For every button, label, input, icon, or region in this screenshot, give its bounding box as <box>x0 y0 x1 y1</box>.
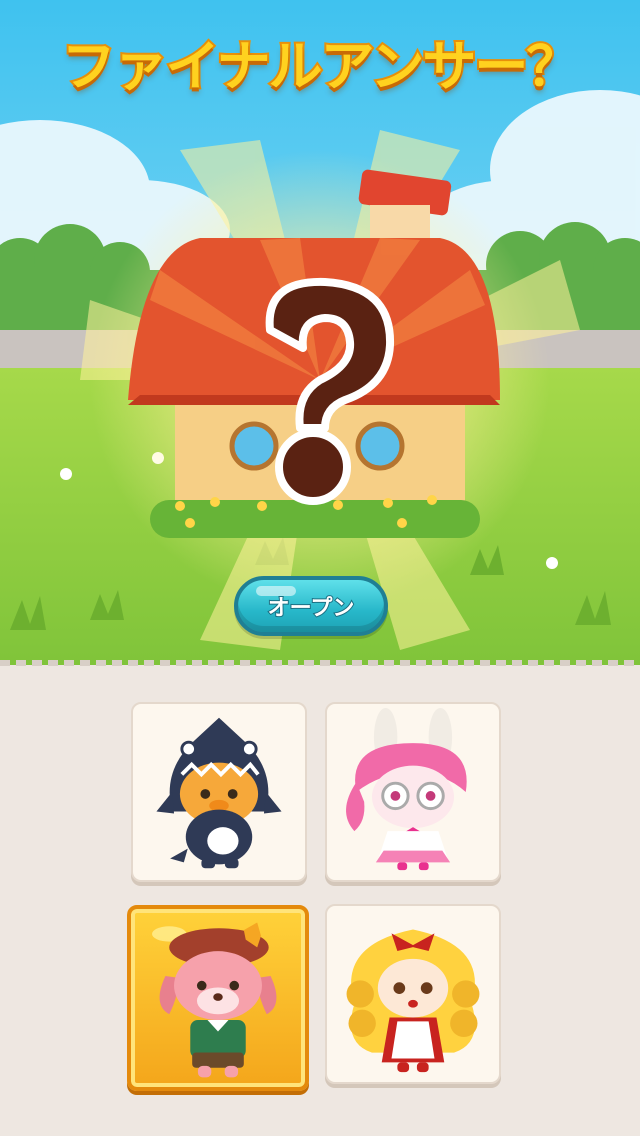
open-button[interactable]: オープン <box>234 576 388 636</box>
section-divider <box>0 660 640 666</box>
costume-card-4[interactable] <box>325 904 501 1084</box>
blonde-girl-character <box>346 929 480 1073</box>
penguin-costume-character <box>156 717 282 869</box>
mystery-scene: ファイナルアンサー？ オープン <box>0 0 640 665</box>
page-title: ファイナルアンサー？ <box>60 33 583 100</box>
costume-card-3[interactable] <box>127 905 309 1091</box>
pink-bunny-character <box>346 707 467 871</box>
button-gloss <box>256 586 296 596</box>
costume-card-2[interactable] <box>325 702 501 882</box>
costume-card-1[interactable] <box>131 702 307 882</box>
dog-beret-character <box>152 922 277 1078</box>
